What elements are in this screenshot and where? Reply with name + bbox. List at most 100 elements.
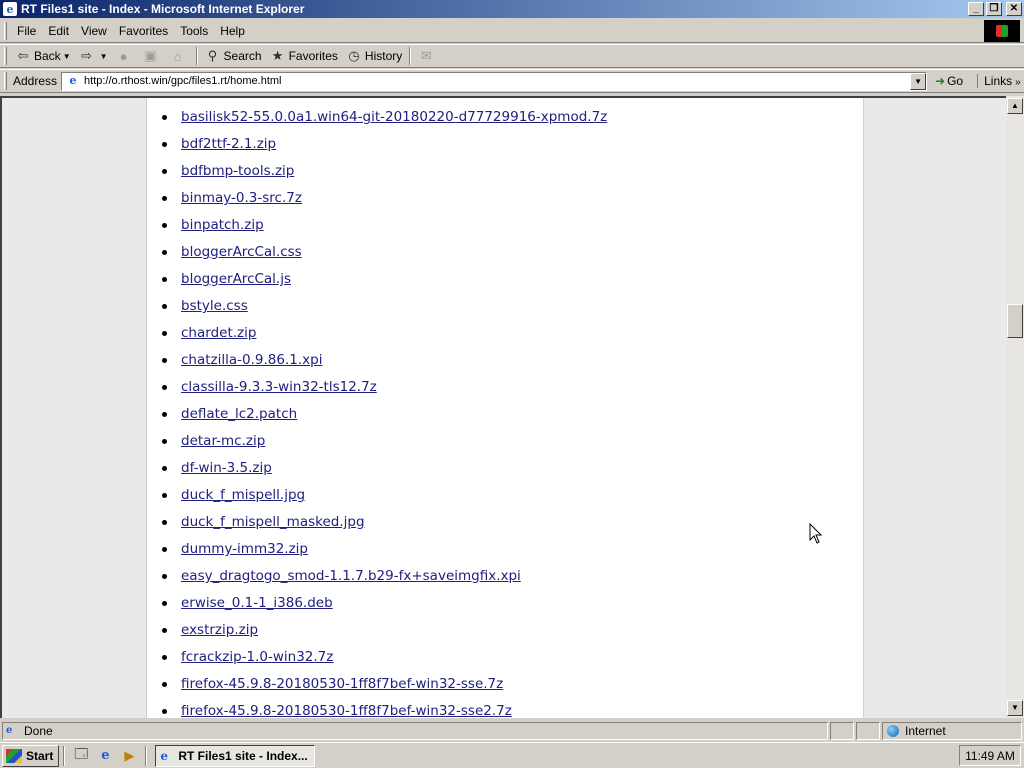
toolbar-grip[interactable] <box>4 47 7 65</box>
menu-tools[interactable]: Tools <box>174 24 214 38</box>
file-link[interactable]: duck_f_mispell_masked.jpg <box>181 514 365 530</box>
bullet-icon <box>162 250 167 255</box>
mail-button[interactable]: ✉ <box>414 46 441 66</box>
menu-help[interactable]: Help <box>214 24 251 38</box>
history-button[interactable]: ◷ History <box>342 46 406 66</box>
bullet-icon <box>162 331 167 336</box>
back-button[interactable]: ⇦ Back ▼ <box>11 46 75 66</box>
file-link[interactable]: bdfbmp-tools.zip <box>181 163 294 179</box>
file-link[interactable]: erwise_0.1-1_i386.deb <box>181 595 333 611</box>
stop-button[interactable]: ● <box>112 46 139 66</box>
file-link[interactable]: duck_f_mispell.jpg <box>181 487 305 503</box>
list-item: chatzilla-0.9.86.1.xpi <box>147 347 607 374</box>
scrollbar-thumb[interactable] <box>1007 304 1023 338</box>
address-dropdown-button[interactable]: ▼ <box>910 72 927 90</box>
bullet-icon <box>162 142 167 147</box>
menu-view[interactable]: View <box>75 24 113 38</box>
address-input[interactable]: e http://o.rthost.win/gpc/files1.rt/home… <box>61 71 928 91</box>
scroll-down-button[interactable]: ▼ <box>1007 700 1023 716</box>
file-link[interactable]: bdf2ttf-2.1.zip <box>181 136 276 152</box>
bullet-icon <box>162 520 167 525</box>
media-player-icon[interactable]: ▶ <box>120 747 138 765</box>
go-label: Go <box>947 74 964 88</box>
file-link[interactable]: binmay-0.3-src.7z <box>181 190 302 206</box>
file-link[interactable]: df-win-3.5.zip <box>181 460 272 476</box>
show-desktop-icon[interactable]: 🗔 <box>72 746 90 765</box>
file-link[interactable]: dummy-imm32.zip <box>181 541 308 557</box>
list-item: classilla-9.3.3-win32-tls12.7z <box>147 374 607 401</box>
search-label: Search <box>223 49 262 63</box>
file-link[interactable]: exstrzip.zip <box>181 622 258 638</box>
menu-favorites[interactable]: Favorites <box>113 24 174 38</box>
minimize-button[interactable]: _ <box>968 2 984 16</box>
file-link[interactable]: fcrackzip-1.0-win32.7z <box>181 649 333 665</box>
system-tray-clock[interactable]: 11:49 AM <box>959 745 1021 766</box>
file-link[interactable]: classilla-9.3.3-win32-tls12.7z <box>181 379 377 395</box>
file-link[interactable]: deflate_lc2.patch <box>181 406 297 422</box>
file-link[interactable]: detar-mc.zip <box>181 433 265 449</box>
list-item: firefox-45.9.8-20180530-1ff8f7bef-win32-… <box>147 671 607 698</box>
file-link[interactable]: bloggerArcCal.js <box>181 271 291 287</box>
go-button[interactable]: ➜ Go <box>935 74 963 88</box>
search-button[interactable]: ⚲ Search <box>201 46 266 66</box>
chevron-down-icon[interactable]: ▼ <box>63 52 71 61</box>
file-link[interactable]: bstyle.css <box>181 298 248 314</box>
links-toolbar[interactable]: Links» <box>977 74 1021 88</box>
file-link[interactable]: firefox-45.9.8-20180530-1ff8f7bef-win32-… <box>181 703 512 718</box>
bullet-icon <box>162 358 167 363</box>
home-button[interactable]: ⌂ <box>166 46 193 66</box>
refresh-button[interactable]: ▣ <box>139 46 166 66</box>
security-zone[interactable]: Internet <box>882 722 1022 740</box>
bullet-icon <box>162 547 167 552</box>
scroll-up-button[interactable]: ▲ <box>1007 98 1023 114</box>
taskbar-separator <box>63 745 66 766</box>
menu-edit[interactable]: Edit <box>42 24 75 38</box>
start-label: Start <box>26 748 54 763</box>
content-panel: basilisk52-55.0.0a1.win32-git-20180220-d… <box>146 98 864 718</box>
close-button[interactable]: ✕ <box>1006 2 1022 16</box>
bullet-icon <box>162 169 167 174</box>
favorites-button[interactable]: ★ Favorites <box>266 46 342 66</box>
menu-file[interactable]: File <box>11 24 42 38</box>
file-link[interactable]: binpatch.zip <box>181 217 264 233</box>
status-bar: e Done Internet <box>0 720 1024 742</box>
chevron-right-icon[interactable]: » <box>1015 77 1021 88</box>
bullet-icon <box>162 439 167 444</box>
file-list: basilisk52-55.0.0a1.win32-git-20180220-d… <box>147 96 607 718</box>
bullet-icon <box>162 223 167 228</box>
bullet-icon <box>162 304 167 309</box>
back-label: Back <box>34 49 61 63</box>
file-link[interactable]: firefox-45.9.8-20180530-1ff8f7bef-win32-… <box>181 676 503 692</box>
file-link[interactable]: basilisk52-55.0.0a1.win64-git-20180220-d… <box>181 109 607 125</box>
address-bar: Address e http://o.rthost.win/gpc/files1… <box>0 69 1024 93</box>
clock: 11:49 AM <box>965 748 1015 763</box>
list-item: bloggerArcCal.js <box>147 266 607 293</box>
start-button[interactable]: Start <box>2 744 60 767</box>
ie-quicklaunch-icon[interactable]: e <box>96 747 114 765</box>
file-link[interactable]: bloggerArcCal.css <box>181 244 302 260</box>
menubar-grip[interactable] <box>4 21 7 40</box>
menu-bar: File Edit View Favorites Tools Help <box>0 19 1024 43</box>
taskbar-window-button[interactable]: e RT Files1 site - Index... <box>155 744 316 767</box>
list-item: detar-mc.zip <box>147 428 607 455</box>
forward-button[interactable]: ⇨ ▼ <box>75 46 112 66</box>
list-item: erwise_0.1-1_i386.deb <box>147 590 607 617</box>
file-link[interactable]: basilisk52-55.0.0a1.win32-git-20180220-d… <box>181 96 607 98</box>
file-link[interactable]: chardet.zip <box>181 325 256 341</box>
bullet-icon <box>162 196 167 201</box>
stop-icon: ● <box>119 48 128 64</box>
list-item: fcrackzip-1.0-win32.7z <box>147 644 607 671</box>
url-text[interactable]: http://o.rthost.win/gpc/files1.rt/home.h… <box>84 75 910 87</box>
addressbar-grip[interactable] <box>4 72 7 90</box>
bullet-icon <box>162 601 167 606</box>
file-link[interactable]: easy_dragtogo_smod-1.1.7.b29-fx+saveimgf… <box>181 568 521 584</box>
list-item: bloggerArcCal.css <box>147 239 607 266</box>
forward-arrow-icon: ⇨ <box>81 48 93 63</box>
file-link[interactable]: chatzilla-0.9.86.1.xpi <box>181 352 322 368</box>
vertical-scrollbar[interactable]: ▲ ▼ <box>1006 96 1024 718</box>
chevron-down-icon[interactable]: ▼ <box>100 52 108 61</box>
bullet-icon <box>162 412 167 417</box>
taskbar: Start 🗔 e ▶ e RT Files1 site - Index... … <box>0 742 1024 768</box>
list-item: binpatch.zip <box>147 212 607 239</box>
maximize-button[interactable]: ❐ <box>986 2 1002 16</box>
